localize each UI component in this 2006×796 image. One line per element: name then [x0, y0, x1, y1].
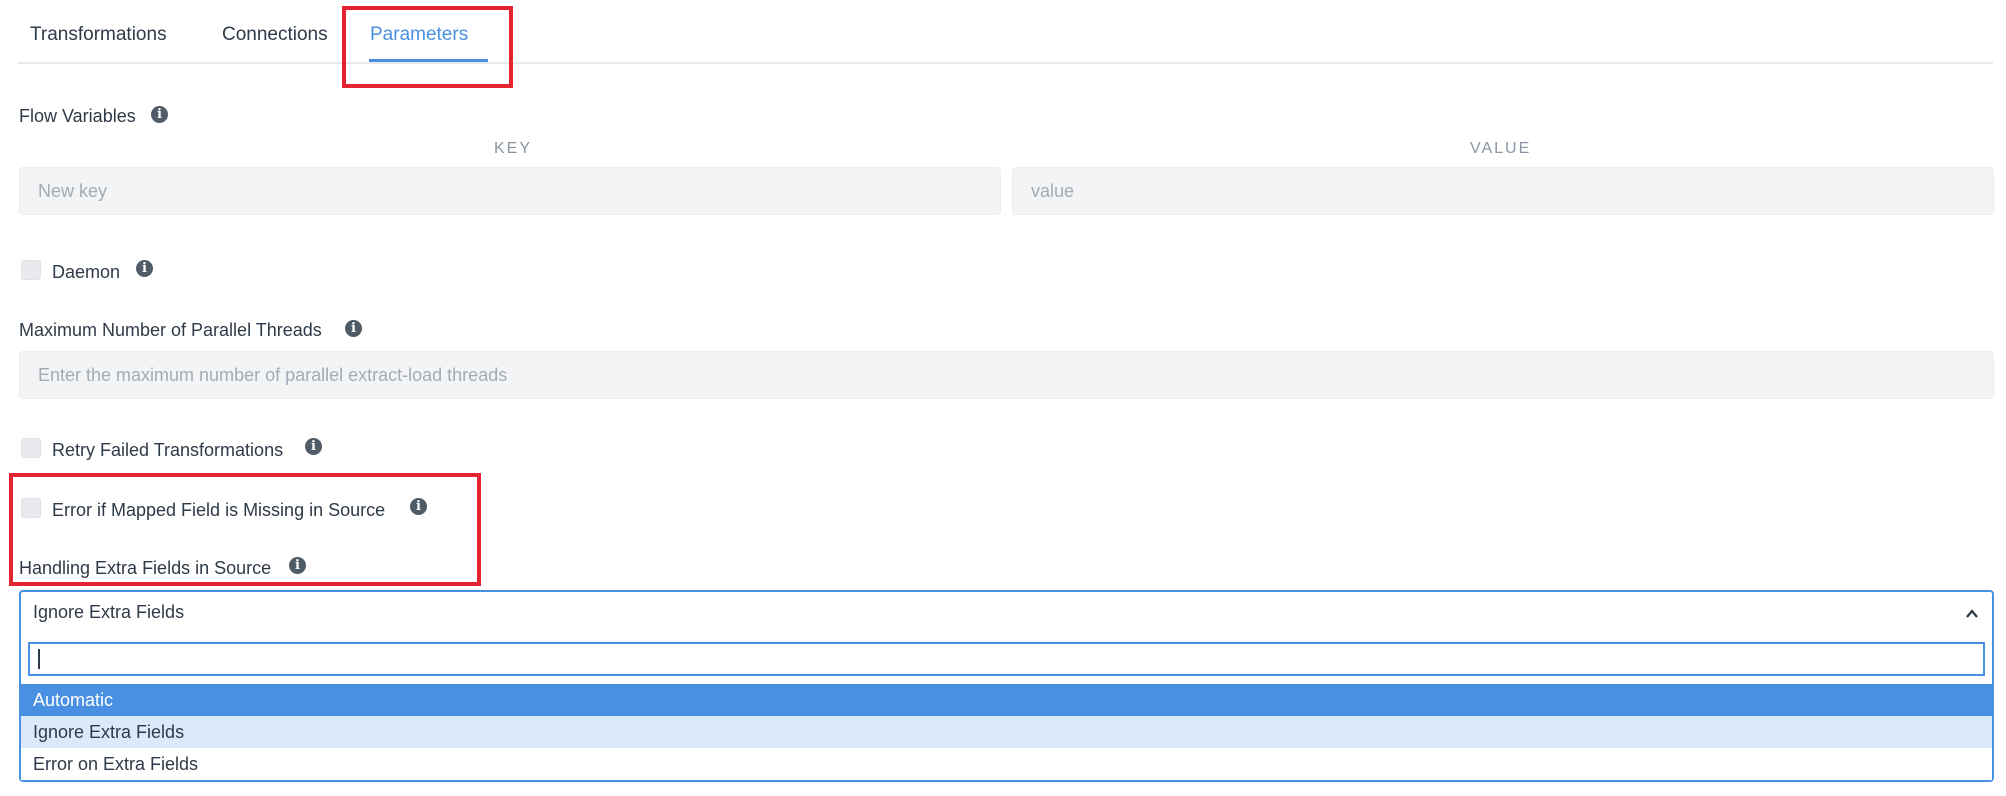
daemon-checkbox[interactable] — [21, 260, 41, 280]
info-icon[interactable]: i — [305, 438, 322, 455]
info-icon[interactable]: i — [136, 260, 153, 277]
info-icon[interactable]: i — [345, 320, 362, 337]
retry-failed-label: Retry Failed Transformations — [52, 440, 284, 460]
key-input[interactable]: New key — [19, 167, 1001, 215]
flow-variables-label: Flow Variables — [19, 106, 136, 126]
dropdown-search-input[interactable] — [28, 642, 1985, 676]
max-threads-label: Maximum Number of Parallel Threads — [19, 320, 322, 340]
max-threads-input[interactable]: Enter the maximum number of parallel ext… — [19, 351, 1994, 399]
info-icon[interactable]: i — [151, 106, 168, 123]
key-column-header: KEY — [494, 140, 533, 157]
tab-transformations[interactable]: Transformations — [30, 0, 167, 62]
dropdown-selected-value: Ignore Extra Fields — [33, 602, 185, 622]
text-cursor — [38, 649, 40, 669]
dropdown-option-automatic[interactable]: Automatic — [21, 684, 1992, 716]
highlight-box-tab — [342, 6, 513, 88]
value-input[interactable]: value — [1012, 167, 1994, 215]
tab-bar: Transformations Connections Parameters — [18, 0, 1993, 64]
extra-fields-dropdown[interactable]: Ignore Extra Fields Automatic Ignore Ext… — [19, 590, 1994, 782]
retry-failed-checkbox[interactable] — [21, 438, 41, 458]
tab-connections[interactable]: Connections — [222, 0, 328, 62]
daemon-label: Daemon — [52, 262, 121, 282]
highlight-box-fields — [9, 473, 481, 586]
dropdown-option-error-on-extra-fields[interactable]: Error on Extra Fields — [21, 748, 1992, 780]
chevron-up-icon[interactable] — [1966, 608, 1978, 620]
dropdown-option-ignore-extra-fields[interactable]: Ignore Extra Fields — [21, 716, 1992, 748]
value-column-header: VALUE — [1470, 140, 1532, 157]
